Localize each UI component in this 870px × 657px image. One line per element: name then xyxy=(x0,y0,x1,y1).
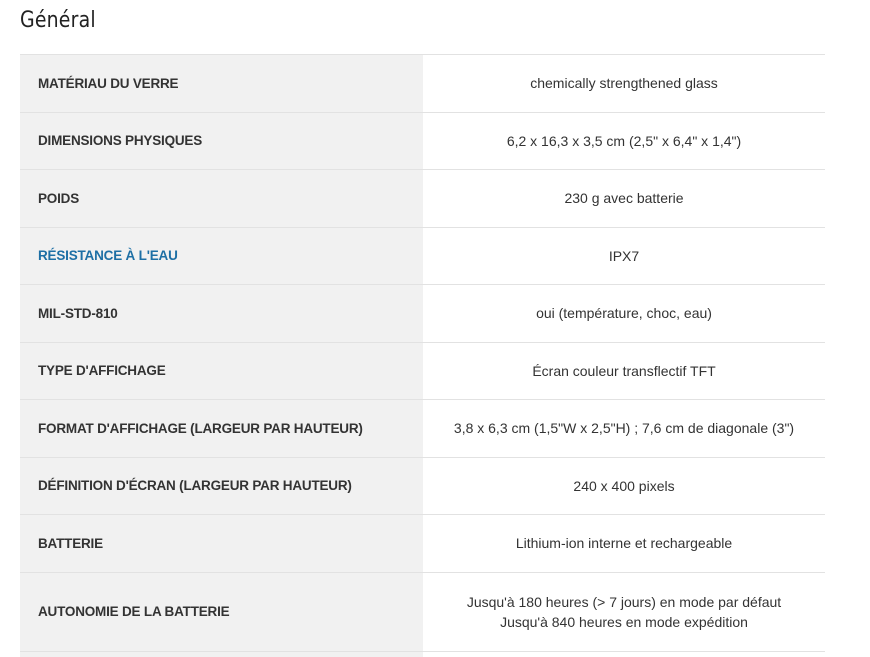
table-row: POIDS 230 g avec batterie xyxy=(20,169,825,227)
spec-label-water-rating-link[interactable]: RÉSISTANCE À L'EAU xyxy=(20,226,423,285)
table-row: TYPE D'AFFICHAGE Écran couleur transflec… xyxy=(20,341,825,400)
table-row: AUTONOMIE DE LA BATTERIE Jusqu'à 180 heu… xyxy=(20,571,825,651)
spec-value-dimensions: 6,2 x 16,3 x 3,5 cm (2,5" x 6,4" x 1,4") xyxy=(423,111,825,170)
spec-value-battery: Lithium-ion interne et rechargeable xyxy=(423,514,825,572)
battery-life-expedition-mode: Jusqu'à 840 heures en mode expédition xyxy=(500,613,748,630)
spec-value-glass-material: chemically strengthened glass xyxy=(423,54,825,112)
spec-label-display-type: TYPE D'AFFICHAGE xyxy=(20,341,423,400)
spec-label-display-size: FORMAT D'AFFICHAGE (LARGEUR PAR HAUTEUR) xyxy=(20,399,423,457)
spec-label-dimensions: DIMENSIONS PHYSIQUES xyxy=(20,111,423,170)
table-row: DÉFINITION D'ÉCRAN (LARGEUR PAR HAUTEUR)… xyxy=(20,456,825,515)
spec-label-battery: BATTERIE xyxy=(20,514,423,572)
spec-value-battery-life: Jusqu'à 180 heures (> 7 jours) en mode p… xyxy=(423,571,825,651)
table-row: RÉSISTANCE À L'EAU IPX7 xyxy=(20,226,825,285)
spec-label-display-resolution: DÉFINITION D'ÉCRAN (LARGEUR PAR HAUTEUR) xyxy=(20,456,423,515)
section-title: Général xyxy=(20,8,96,33)
spec-value-next xyxy=(423,650,825,657)
spec-label-glass-material: MATÉRIAU DU VERRE xyxy=(20,54,423,112)
spec-value-weight: 230 g avec batterie xyxy=(423,169,825,227)
spec-table: MATÉRIAU DU VERRE chemically strengthene… xyxy=(20,54,825,657)
spec-value-display-size: 3,8 x 6,3 cm (1,5"W x 2,5"H) ; 7,6 cm de… xyxy=(423,399,825,457)
spec-label-next xyxy=(20,650,423,657)
spec-label-battery-life: AUTONOMIE DE LA BATTERIE xyxy=(20,571,423,651)
table-row: FORMAT D'AFFICHAGE (LARGEUR PAR HAUTEUR)… xyxy=(20,399,825,457)
spec-value-mil-std: oui (température, choc, eau) xyxy=(423,284,825,342)
spec-value-display-type: Écran couleur transflectif TFT xyxy=(423,341,825,400)
table-row: MATÉRIAU DU VERRE chemically strengthene… xyxy=(20,54,825,112)
battery-life-default-mode: Jusqu'à 180 heures (> 7 jours) en mode p… xyxy=(466,593,782,610)
table-row xyxy=(20,650,825,657)
table-row: BATTERIE Lithium-ion interne et recharge… xyxy=(20,514,825,572)
spec-label-weight: POIDS xyxy=(20,169,423,227)
spec-label-mil-std: MIL-STD-810 xyxy=(20,284,423,342)
table-row: MIL-STD-810 oui (température, choc, eau) xyxy=(20,284,825,342)
spec-value-water-rating: IPX7 xyxy=(423,226,825,285)
table-row: DIMENSIONS PHYSIQUES 6,2 x 16,3 x 3,5 cm… xyxy=(20,111,825,170)
spec-value-display-resolution: 240 x 400 pixels xyxy=(423,456,825,515)
